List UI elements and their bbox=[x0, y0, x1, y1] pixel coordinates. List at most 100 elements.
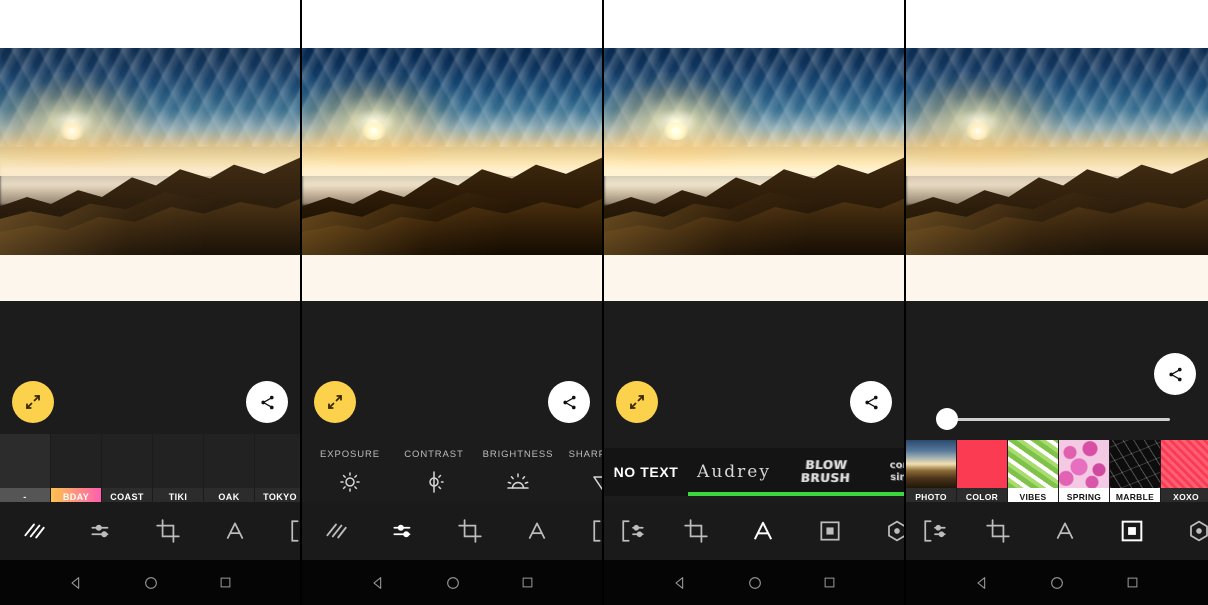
back-triangle-icon[interactable] bbox=[68, 575, 84, 591]
photo-preview bbox=[604, 48, 904, 255]
status-bar bbox=[0, 0, 300, 48]
font-item-no-text[interactable]: NO TEXT bbox=[604, 448, 688, 496]
recents-square-icon[interactable] bbox=[520, 575, 535, 590]
font-strip[interactable]: NO TEXT Audrey BLOWBRUSH contsind bbox=[604, 448, 904, 496]
frame-icon[interactable] bbox=[796, 502, 863, 560]
filters-icon[interactable] bbox=[302, 502, 369, 560]
filter-item[interactable]: TOKYO bbox=[255, 434, 300, 506]
white-band bbox=[604, 255, 904, 301]
swatch-item[interactable]: SPRING bbox=[1059, 440, 1109, 506]
font-item-blow-brush[interactable]: BLOW BRUSH bbox=[778, 448, 873, 496]
frame-adjust-icon[interactable] bbox=[570, 502, 602, 560]
crop-icon[interactable] bbox=[436, 502, 503, 560]
expand-button[interactable] bbox=[12, 381, 54, 423]
white-band bbox=[0, 255, 300, 301]
panel-adjust: ANDROID PORTAL EXPOSURE bbox=[302, 0, 604, 605]
status-bar bbox=[302, 0, 602, 48]
android-navbar[interactable] bbox=[604, 560, 904, 605]
share-button[interactable] bbox=[850, 381, 892, 423]
android-navbar[interactable] bbox=[906, 560, 1208, 605]
size-slider[interactable] bbox=[906, 399, 1208, 439]
sticker-icon[interactable] bbox=[863, 502, 904, 560]
text-icon[interactable] bbox=[201, 502, 268, 560]
text-icon[interactable] bbox=[1031, 502, 1098, 560]
slider-track[interactable] bbox=[948, 418, 1170, 421]
adjust-item-contrast[interactable]: CONTRAST bbox=[392, 443, 476, 499]
panel-filters: ANDROID PORTAL - bbox=[0, 0, 302, 605]
crop-icon[interactable] bbox=[662, 502, 729, 560]
android-navbar[interactable] bbox=[0, 560, 300, 605]
brightness-icon bbox=[505, 470, 531, 499]
frame-icon[interactable] bbox=[1098, 502, 1165, 560]
adjust-item-sharpness[interactable]: SHARPNESS bbox=[560, 443, 602, 499]
white-band bbox=[302, 255, 602, 301]
filter-item[interactable]: - bbox=[0, 434, 50, 506]
filter-item[interactable]: BDAY bbox=[51, 434, 101, 506]
android-navbar[interactable] bbox=[302, 560, 602, 605]
swatch-item[interactable]: COLOR bbox=[957, 440, 1007, 506]
sticker-icon[interactable] bbox=[1165, 502, 1208, 560]
share-button[interactable] bbox=[548, 381, 590, 423]
filters-icon[interactable] bbox=[0, 502, 67, 560]
adjust-label: BRIGHTNESS bbox=[482, 449, 554, 460]
recents-square-icon[interactable] bbox=[1125, 575, 1140, 590]
recents-square-icon[interactable] bbox=[822, 575, 837, 590]
filter-strip[interactable]: - BDAY COAST TIKI OAK TOKYO bbox=[0, 434, 300, 506]
recents-square-icon[interactable] bbox=[218, 575, 233, 590]
frame-adjust-icon[interactable] bbox=[268, 502, 300, 560]
back-triangle-icon[interactable] bbox=[370, 575, 386, 591]
filter-item[interactable]: TIKI bbox=[153, 434, 203, 506]
background-swatch-strip[interactable]: PHOTO COLOR VIBES SPRING MARBLE XOXO bbox=[906, 440, 1208, 506]
home-circle-icon[interactable] bbox=[445, 575, 461, 591]
contrast-icon bbox=[422, 470, 446, 499]
photo-preview bbox=[906, 48, 1208, 255]
panel-background: ANDROID PORTAL PHOTO CO bbox=[906, 0, 1208, 605]
filter-item[interactable]: COAST bbox=[102, 434, 152, 506]
sharpen-icon bbox=[590, 470, 602, 499]
text-icon[interactable] bbox=[503, 502, 570, 560]
adjust-strip[interactable]: EXPOSURE CONTRAST BRIGHTNESS SHAR bbox=[302, 443, 602, 505]
home-circle-icon[interactable] bbox=[1049, 575, 1065, 591]
slider-knob[interactable] bbox=[936, 408, 958, 430]
crop-icon[interactable] bbox=[134, 502, 201, 560]
bottom-toolbar[interactable] bbox=[302, 502, 602, 560]
status-bar bbox=[604, 0, 904, 48]
adjust-icon[interactable] bbox=[67, 502, 134, 560]
panel-text: TAP NO TEXT Audrey BLOWBRUSH contsind bbox=[604, 0, 906, 605]
adjust-item-brightness[interactable]: BRIGHTNESS bbox=[476, 443, 560, 499]
white-band bbox=[906, 255, 1208, 301]
filter-item[interactable]: OAK bbox=[204, 434, 254, 506]
bottom-toolbar[interactable] bbox=[0, 502, 300, 560]
adjust-label: EXPOSURE bbox=[320, 449, 380, 460]
adjust-icon[interactable] bbox=[369, 502, 436, 560]
frame-adjust-icon[interactable] bbox=[906, 502, 964, 560]
back-triangle-icon[interactable] bbox=[672, 575, 688, 591]
font-item-cont-sind[interactable]: contsind bbox=[872, 448, 904, 496]
bottom-toolbar[interactable] bbox=[604, 502, 904, 560]
share-button[interactable] bbox=[246, 381, 288, 423]
status-bar bbox=[906, 0, 1208, 48]
back-triangle-icon[interactable] bbox=[974, 575, 990, 591]
frame-adjust-icon[interactable] bbox=[604, 502, 662, 560]
font-selection-underline bbox=[688, 492, 904, 496]
sun-icon bbox=[338, 470, 362, 499]
home-circle-icon[interactable] bbox=[143, 575, 159, 591]
swatch-item[interactable]: VIBES bbox=[1008, 440, 1058, 506]
expand-button[interactable] bbox=[314, 381, 356, 423]
adjust-label: CONTRAST bbox=[404, 449, 464, 460]
adjust-item-exposure[interactable]: EXPOSURE bbox=[308, 443, 392, 499]
home-circle-icon[interactable] bbox=[747, 575, 763, 591]
photo-preview bbox=[0, 48, 300, 255]
swatch-item[interactable]: MARBLE bbox=[1110, 440, 1160, 506]
expand-button[interactable] bbox=[616, 381, 658, 423]
font-item-audrey[interactable]: Audrey bbox=[688, 448, 780, 496]
text-icon[interactable] bbox=[729, 502, 796, 560]
swatch-item[interactable]: PHOTO bbox=[906, 440, 956, 506]
share-button[interactable] bbox=[1154, 353, 1196, 395]
bottom-toolbar[interactable] bbox=[906, 502, 1208, 560]
swatch-item[interactable]: XOXO bbox=[1161, 440, 1208, 506]
crop-icon[interactable] bbox=[964, 502, 1031, 560]
adjust-label: SHARPNESS bbox=[568, 449, 602, 460]
screenshot-stage: ANDROID PORTAL - bbox=[0, 0, 1208, 605]
photo-preview bbox=[302, 48, 602, 255]
